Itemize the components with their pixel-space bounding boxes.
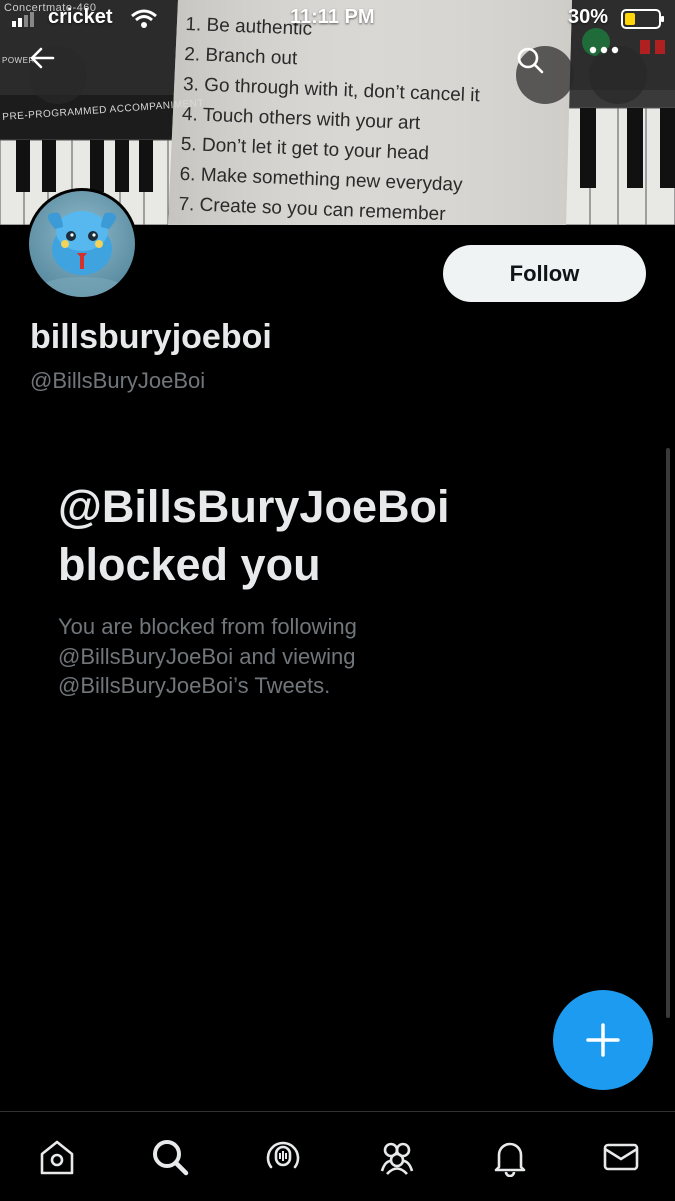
spaces-icon [266,1141,300,1169]
status-time: 11:11 PM [290,6,375,28]
nav-messages[interactable] [596,1132,646,1182]
battery-percent: 30% [568,6,609,28]
profile-display-name: billsburyjoeboi [30,318,272,356]
carrier-label: cricket [48,6,113,28]
compose-tweet-button[interactable] [553,990,653,1090]
bell-icon [494,1142,526,1177]
nav-communities[interactable] [372,1132,422,1182]
avatar[interactable] [26,188,138,300]
blocked-title-text: blocked you [58,539,321,590]
profile-handle: @BillsBuryJoeBoi [30,368,206,393]
blocked-title: @BillsBuryJoeBoi blocked you [58,478,618,594]
nav-spaces[interactable] [258,1132,308,1182]
search-icon [517,47,544,74]
plus-icon [586,1023,620,1057]
search-profile-button[interactable] [516,46,574,104]
follow-button[interactable]: Follow [443,245,646,302]
nav-home[interactable] [32,1132,82,1182]
back-button[interactable] [29,46,87,104]
banner-note-list: 1. Be authentic 2. Branch out 3. Go thro… [178,10,566,225]
mail-icon [603,1143,639,1171]
nav-search[interactable] [145,1132,195,1182]
blocked-description: You are blocked from following @BillsBur… [58,614,357,698]
more-options-button[interactable] [589,46,647,104]
more-icon [589,46,619,54]
nav-notifications[interactable] [485,1132,535,1182]
search-icon [153,1140,189,1176]
scrollbar[interactable] [666,448,670,1018]
avatar-image [29,191,135,297]
communities-icon [380,1142,414,1175]
home-icon [40,1140,74,1175]
arrow-left-icon [30,47,55,69]
bottom-nav [0,1111,675,1201]
blocked-title-handle: @BillsBuryJoeBoi [58,481,450,532]
